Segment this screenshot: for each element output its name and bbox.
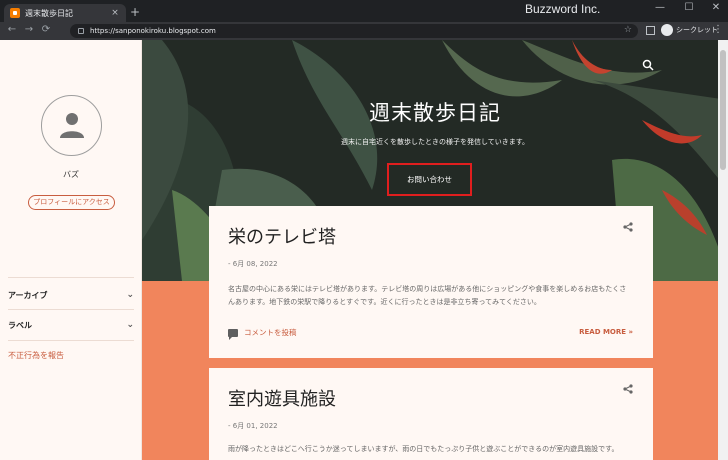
browser-titlebar: 週末散歩日記 × + Buzzword Inc. — ☐ ✕ [0,0,728,22]
chevron-down-icon: ⌄ [126,320,134,330]
post-snippet: 雨が降ったときはどこへ行こうか迷ってしまいますが、雨の日でもたっぷり子供と遊ぶこ… [228,445,619,453]
forward-icon[interactable]: → [23,24,35,35]
blogger-favicon-icon [10,8,20,18]
scrollbar-thumb[interactable] [720,50,726,170]
browser-toolbar: ← → ⟳ https://sanponokiroku.blogspot.com… [0,22,728,40]
post-title[interactable]: 室内遊具施設 [228,385,336,411]
post-title[interactable]: 栄のテレビ塔 [228,223,336,249]
archive-label: アーカイブ [8,290,48,300]
divider [8,277,134,278]
tab-title: 週末散歩日記 [25,8,73,18]
url-text: https://sanponokiroku.blogspot.com [90,27,216,35]
search-icon[interactable] [642,59,654,71]
post-card: 室内遊具施設 - 6月 01, 2022 雨が降ったときはどこへ行こうか迷ってし… [209,368,653,460]
comment-icon [228,328,238,340]
labels-label: ラベル [8,320,32,330]
report-abuse-link[interactable]: 不正行為を報告 [8,350,64,361]
blog-title[interactable]: 週末散歩日記 [142,97,728,127]
profile-name: バズ [63,170,79,179]
contact-page-link[interactable]: お問い合わせ [387,163,472,196]
divider [8,309,134,310]
share-icon[interactable] [623,384,633,394]
bookmark-star-icon[interactable]: ☆ [624,25,632,35]
incognito-label: シークレット [676,26,718,34]
blog-page: バズ プロフィールにアクセス アーカイブ ⌄ ラベル ⌄ 不正行為を報告 週末散… [0,40,728,460]
browser-tab[interactable]: 週末散歩日記 × [4,4,126,22]
window-close-icon[interactable]: ✕ [706,2,726,13]
back-icon[interactable]: ← [6,24,18,35]
chevron-down-icon: ⌄ [126,290,134,300]
profile-avatar[interactable] [41,95,102,156]
divider [8,340,134,341]
maximize-icon[interactable]: ☐ [679,2,699,13]
post-snippet: 名古屋の中心にある栄にはテレビ塔があります。テレビ塔の周りは広場がある他にショッ… [228,285,627,306]
comment-link[interactable]: コメントを投稿 [228,327,297,340]
post-date: - 6月 08, 2022 [228,260,278,268]
comment-label: コメントを投稿 [244,328,297,337]
blog-description: 週末に自宅近くを散歩したときの様子を発信していきます。 [340,138,530,146]
post-card: 栄のテレビ塔 - 6月 08, 2022 名古屋の中心にある栄にはテレビ塔があり… [209,206,653,358]
side-panel-icon[interactable] [646,26,655,35]
reload-icon[interactable]: ⟳ [40,24,52,35]
labels-toggle[interactable]: ラベル ⌄ [8,318,134,332]
incognito-indicator[interactable]: シークレット [661,24,718,36]
browser-menu-icon[interactable]: ⋮ [713,24,723,35]
post-date: - 6月 01, 2022 [228,422,278,430]
page-scrollbar[interactable] [718,40,728,460]
read-more-link[interactable]: READ MORE » [579,328,633,336]
address-bar[interactable]: https://sanponokiroku.blogspot.com ☆ [70,24,638,38]
new-tab-button[interactable]: + [130,5,140,19]
tab-close-icon[interactable]: × [110,8,120,18]
lock-icon [78,28,84,34]
archive-toggle[interactable]: アーカイブ ⌄ [8,288,134,302]
share-icon[interactable] [623,222,633,232]
person-icon [60,113,84,138]
profile-visit-button[interactable]: プロフィールにアクセス [28,195,115,210]
sidebar: バズ プロフィールにアクセス アーカイブ ⌄ ラベル ⌄ 不正行為を報告 [0,40,142,460]
incognito-icon [661,24,673,36]
brand-watermark: Buzzword Inc. [525,2,601,16]
minimize-icon[interactable]: — [650,2,670,13]
